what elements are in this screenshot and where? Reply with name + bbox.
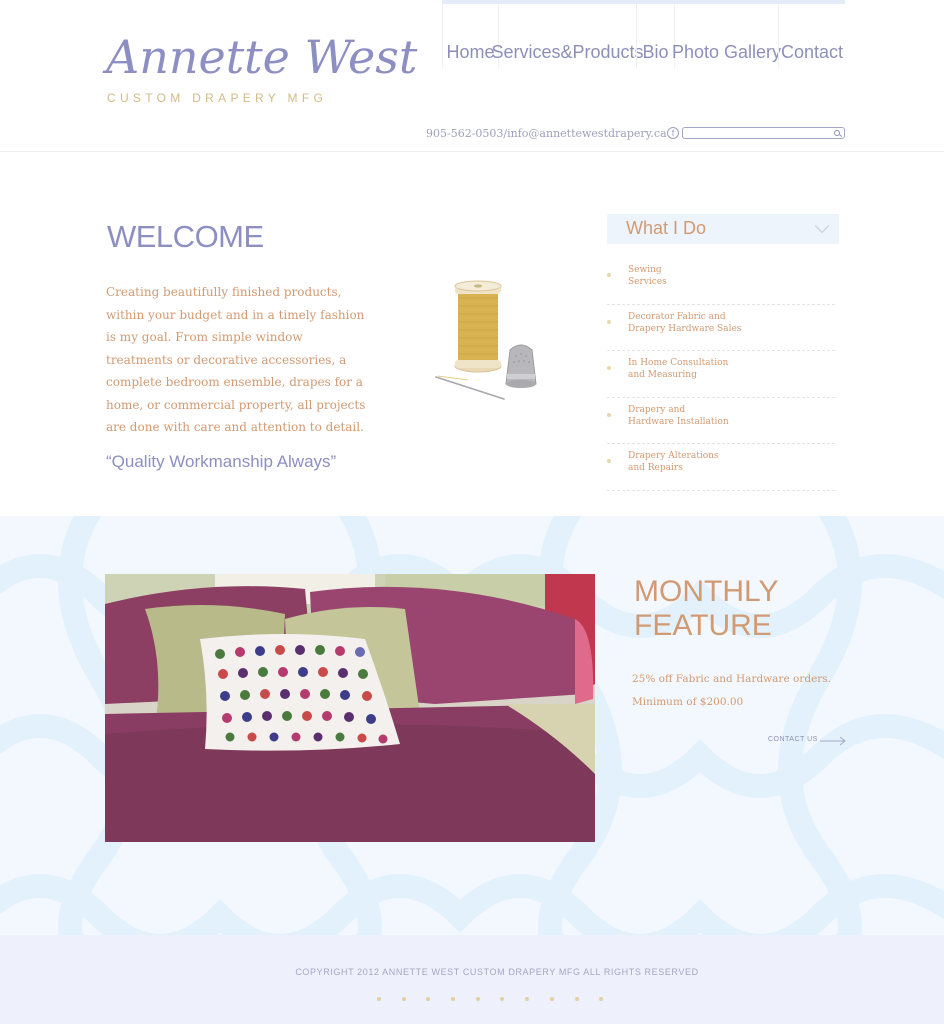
thread-spool-image — [435, 280, 537, 400]
nav-bio[interactable]: Bio — [636, 4, 674, 68]
dot-icon — [599, 997, 604, 1001]
list-item-label: Hardware Installation — [628, 416, 729, 427]
nav-photo-gallery[interactable]: Photo Gallery — [672, 4, 781, 68]
dot-icon — [549, 997, 554, 1001]
dot-icon — [451, 997, 456, 1001]
nav-services-products[interactable]: Services&Products — [491, 4, 644, 68]
list-item[interactable]: Sewing Services — [607, 258, 835, 305]
feature-offer-text: 25% off Fabric and Hardware orders. — [632, 673, 832, 685]
list-item[interactable]: Drapery and Hardware Installation — [607, 398, 835, 444]
list-item-label: In Home Consultation — [628, 358, 729, 368]
list-item[interactable]: Drapery Alterations and Repairs — [607, 444, 835, 491]
bullet-icon — [607, 366, 611, 370]
list-item-label: Services — [628, 277, 667, 287]
dot-icon — [377, 997, 381, 1001]
nav-home[interactable]: Home — [442, 4, 498, 68]
list-item-label: and Measuring — [628, 370, 697, 380]
copyright-text: COPYRIGHT 2012 ANNETTE WEST CUSTOM DRAPE… — [295, 967, 699, 977]
bedding-photo — [105, 574, 595, 842]
dot-icon — [475, 997, 480, 1001]
nav-contact[interactable]: Contact — [778, 4, 845, 68]
site-header: Annette West CUSTOM DRAPERY MFG Home Ser… — [0, 0, 944, 152]
site-footer: COPYRIGHT 2012 ANNETTE WEST CUSTOM DRAPE… — [0, 935, 944, 1024]
dot-icon — [426, 997, 431, 1001]
feature-minimum-text: Minimum of $200.00 — [632, 696, 744, 708]
dot-icon — [500, 997, 505, 1001]
monthly-feature-title: MONTHLY FEATURE — [634, 575, 874, 643]
dot-icon — [401, 997, 406, 1001]
feature-title-line: FEATURE — [634, 609, 772, 642]
list-item[interactable]: Decorator Fabric and Drapery Hardware Sa… — [607, 305, 835, 351]
contact-info[interactable]: 905-562-0503/info@annettewestdrapery.ca — [426, 127, 667, 140]
contact-us-link[interactable]: CONTACT US — [768, 736, 818, 743]
bullet-icon — [607, 319, 611, 324]
welcome-title: WELCOME — [107, 219, 264, 254]
bullet-icon — [607, 273, 611, 277]
list-item-label: Drapery and — [628, 404, 686, 415]
footer-dots — [377, 997, 604, 1001]
what-i-do-title: What I Do — [626, 218, 707, 238]
arrow-right-icon[interactable] — [820, 736, 846, 746]
what-i-do-list: Sewing Services Decorator Fabric and Dra… — [607, 258, 835, 491]
bullet-icon — [607, 412, 611, 417]
feature-title-line: MONTHLY — [634, 575, 779, 608]
list-item-label: and Repairs — [628, 463, 683, 473]
logo-subtitle: CUSTOM DRAPERY MFG — [107, 91, 328, 105]
search-input[interactable] — [686, 128, 826, 138]
search-box — [682, 127, 845, 139]
main-nav: Home Services&Products Bio Photo Gallery… — [442, 4, 845, 68]
facebook-icon[interactable]: f — [667, 127, 679, 139]
list-item-label: Drapery Alterations — [628, 451, 719, 461]
bullet-icon — [607, 459, 611, 463]
list-item-label: Drapery Hardware Sales — [628, 323, 742, 334]
dot-icon — [525, 997, 530, 1001]
what-i-do-header[interactable]: What I Do — [607, 214, 839, 244]
list-item[interactable]: In Home Consultation and Measuring — [607, 351, 835, 398]
search-icon[interactable] — [834, 130, 840, 136]
welcome-body: Creating beautifully finished products, … — [106, 285, 366, 434]
welcome-quote: “Quality Workmanship Always” — [106, 452, 337, 471]
logo-name[interactable]: Annette West — [106, 30, 417, 84]
dot-icon — [574, 997, 579, 1001]
list-item-label: Decorator Fabric and — [628, 311, 726, 322]
list-item-label: Sewing — [628, 265, 662, 275]
chevron-down-icon[interactable] — [814, 218, 830, 234]
